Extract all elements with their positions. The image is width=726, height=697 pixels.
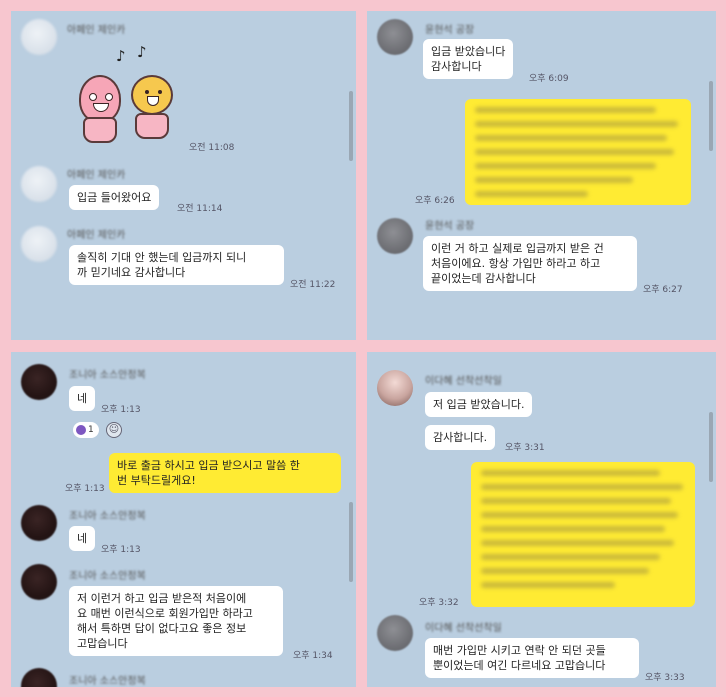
sender-avatar[interactable] (21, 166, 57, 202)
message-bubble: 입금 받았습니다 감사합니다 (423, 39, 514, 79)
sender-avatar[interactable] (377, 370, 413, 406)
like-reaction-icon (76, 424, 86, 435)
sender-name-blurred: 조니아 소스안정복 (69, 676, 146, 687)
scrollbar[interactable] (709, 81, 713, 151)
music-note-icon: ♪ (116, 47, 126, 65)
sender-name-blurred: 아페인 제인카 (67, 25, 126, 36)
sender-name-blurred: 조니아 소스안정복 (69, 571, 146, 582)
message-bubble-blurred (471, 462, 695, 607)
character-sticker-icon: ♪ ♪ (73, 43, 183, 143)
message-bubble: 솔직히 기대 안 했는데 입금까지 되니 까 믿기네요 감사합니다 (69, 245, 284, 285)
chat-panel-bottom-right: 이다혜 선착선착일 저 입금 받았습니다. 감사합니다. 오후 3:31 오후 … (367, 352, 716, 687)
sender-name-blurred: 조니아 소스안정복 (69, 511, 146, 522)
sender-avatar[interactable] (21, 19, 57, 55)
message-bubble: 매번 가입만 시키고 연락 안 되던 곳들 뿐이었는데 여긴 다르네요 고맙습니… (425, 638, 639, 678)
add-reaction-icon[interactable]: ☺ (106, 422, 122, 438)
message-time: 오후 6:09 (529, 74, 569, 84)
chat-panel-bottom-left: 조니아 소스안정복 네 오후 1:13 1 ☺ 바로 출금 하시고 입금 받으시… (11, 352, 356, 687)
scrollbar[interactable] (349, 91, 353, 161)
sender-avatar[interactable] (21, 364, 57, 400)
message-time: 오전 11:14 (177, 204, 223, 214)
sender-name-blurred: 아페인 제인카 (67, 170, 126, 181)
message-time: 오후 3:31 (505, 443, 545, 453)
scrollbar[interactable] (709, 412, 713, 482)
message-time: 오후 1:13 (65, 484, 105, 494)
message-bubble: 네 (69, 526, 96, 551)
message-time: 오후 3:32 (419, 598, 459, 608)
message-bubble: 바로 출금 하시고 입금 받으시고 말씀 한 번 부탁드릴게요! (109, 453, 341, 493)
sender-name-blurred: 윤현석 공장 (425, 25, 475, 36)
message-time: 오후 1:13 (101, 405, 141, 415)
message-bubble: 네 (69, 386, 96, 411)
message-time: 오후 1:34 (293, 651, 333, 661)
message-time: 오전 11:22 (290, 280, 336, 290)
message-time: 오후 1:13 (101, 545, 141, 555)
sender-avatar[interactable] (21, 505, 57, 541)
message-time: 오후 6:27 (643, 285, 683, 295)
sender-avatar[interactable] (377, 615, 413, 651)
sender-name-blurred: 윤현석 공장 (425, 221, 475, 232)
message-bubble: 저 입금 받았습니다. (425, 392, 533, 417)
sender-name-blurred: 조니아 소스안정복 (69, 370, 146, 381)
reaction-badge[interactable]: 1 (73, 422, 99, 438)
message-bubble: 저 이런거 하고 입금 받은적 처음이에 요 매번 이런식으로 회원가입만 하라… (69, 586, 283, 656)
sender-avatar[interactable] (21, 226, 57, 262)
message-time: 오후 6:26 (415, 196, 455, 206)
music-note-icon: ♪ (137, 43, 147, 61)
sender-name-blurred: 아페인 제인카 (67, 230, 126, 241)
message-time: 오후 3:33 (645, 673, 685, 683)
sender-avatar[interactable] (21, 564, 57, 600)
sender-avatar[interactable] (21, 668, 57, 687)
message-bubble: 이런 거 하고 실제로 입금까지 받은 건 처음이에요. 항상 가입만 하라고 … (423, 236, 637, 291)
scrollbar[interactable] (349, 502, 353, 582)
chat-panel-top-right: 윤현석 공장 입금 받았습니다 감사합니다 오후 6:09 오후 6:26 윤현… (367, 11, 716, 340)
chat-panel-top-left: 아페인 제인카 ♪ ♪ 오전 11:08 아페인 제인카 입금 들어왔어요 오전… (11, 11, 356, 340)
sender-name-blurred: 이다혜 선착선착일 (425, 376, 502, 387)
message-bubble: 감사합니다. (425, 425, 496, 450)
message-bubble: 입금 들어왔어요 (69, 185, 160, 210)
message-bubble-blurred (465, 99, 691, 205)
message-time: 오전 11:08 (189, 143, 235, 153)
sender-avatar[interactable] (377, 19, 413, 55)
sender-name-blurred: 이다혜 선착선착일 (425, 623, 502, 634)
sender-avatar[interactable] (377, 218, 413, 254)
